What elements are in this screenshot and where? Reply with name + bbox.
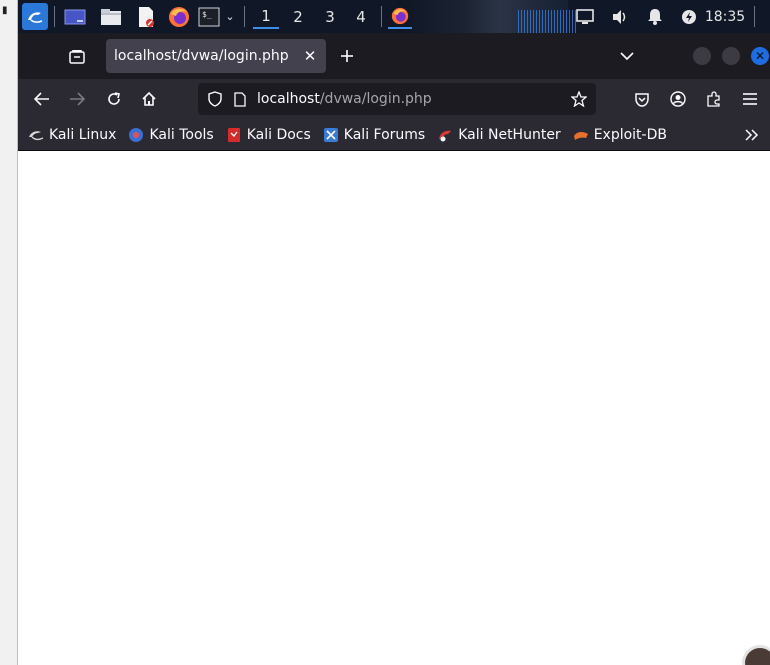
pocket-button[interactable] (630, 87, 654, 111)
bookmark-kali-nethunter[interactable]: Kali NetHunter (437, 123, 561, 147)
menu-button[interactable] (738, 87, 762, 111)
url-host: localhost (257, 91, 320, 107)
desktop-cursor-icon: ▮ (2, 5, 8, 16)
bookmark-kali-docs[interactable]: Kali Docs (226, 123, 311, 147)
taskbar-separator (381, 6, 382, 27)
bookmark-label: Kali Linux (49, 126, 117, 143)
hamburger-menu-icon (743, 93, 757, 105)
clock[interactable]: 18:35 (704, 4, 746, 29)
maximize-button[interactable] (722, 47, 740, 65)
pocket-icon (635, 92, 649, 107)
account-button[interactable] (666, 87, 690, 111)
bookmark-kali-forums[interactable]: Kali Forums (323, 123, 425, 147)
tab-bar: localhost/dvwa/login.php ✕ ✕ (18, 33, 770, 79)
close-icon[interactable]: ✕ (298, 44, 322, 68)
page-content[interactable] (18, 151, 770, 665)
svg-text:$_: $_ (202, 10, 212, 19)
close-icon: ✕ (754, 49, 766, 63)
workspace-1[interactable]: 1 (253, 4, 279, 29)
firefox-window: localhost/dvwa/login.php ✕ ✕ localhost/d… (18, 33, 770, 665)
reload-icon (108, 92, 120, 105)
bookmarks-overflow-chevron-icon[interactable] (740, 123, 764, 147)
workspace-2[interactable]: 2 (285, 4, 311, 29)
account-icon (670, 91, 686, 107)
bookmark-label: Kali NetHunter (458, 126, 561, 143)
page-info-icon[interactable] (230, 88, 250, 110)
screen: ▮ $_ ⌄ 1 2 3 4 18:35 localhost/dvwa/logi… (0, 0, 770, 665)
volume-icon[interactable] (608, 4, 632, 29)
url-bar[interactable]: localhost/dvwa/login.php (198, 83, 596, 115)
kali-dragon-icon (28, 127, 44, 143)
taskbar-separator (754, 6, 755, 27)
arrow-right-icon (70, 92, 85, 106)
bookmark-exploit-db[interactable]: Exploit-DB (573, 123, 667, 147)
display-icon[interactable] (573, 4, 597, 29)
terminal-dropdown-chevron-icon[interactable]: ⌄ (222, 4, 238, 29)
power-icon[interactable] (678, 4, 700, 29)
taskbar-wallpaper-wave (518, 10, 578, 33)
bookmark-label: Kali Forums (343, 126, 426, 143)
chevron-down-icon (620, 51, 634, 60)
firefox-view-icon (69, 49, 85, 64)
desktop-edge: ▮ (0, 0, 18, 665)
list-all-tabs-button[interactable] (616, 45, 638, 67)
home-icon (142, 91, 156, 106)
plus-icon (341, 50, 353, 62)
firefox-icon (391, 7, 409, 24)
bookmark-kali-linux[interactable]: Kali Linux (28, 123, 116, 147)
reload-button[interactable] (102, 87, 126, 111)
puzzle-icon (707, 91, 720, 107)
extensions-button[interactable] (702, 87, 726, 111)
url-text[interactable]: localhost/dvwa/login.php (257, 91, 566, 107)
firefox-view-button[interactable] (66, 45, 88, 67)
bookmark-label: Exploit-DB (593, 126, 667, 143)
taskbar-separator (244, 6, 245, 27)
tracking-protection-shield-icon[interactable] (204, 88, 226, 110)
minimize-button[interactable] (693, 47, 711, 65)
bookmarks-toolbar: Kali Linux Kali Tools Kali Docs Kali For… (18, 119, 770, 151)
back-button[interactable] (30, 87, 54, 111)
workspace-3[interactable]: 3 (317, 4, 343, 29)
taskbar-separator (54, 6, 55, 27)
file-manager-icon[interactable] (98, 4, 124, 29)
notification-bell-icon[interactable] (643, 4, 667, 29)
taskbar: $_ ⌄ 1 2 3 4 18:35 (18, 0, 770, 33)
exploit-db-icon (573, 127, 589, 143)
bookmark-star-icon[interactable] (566, 86, 592, 112)
kali-forums-icon (323, 127, 339, 143)
url-path: /dvwa/login.php (319, 91, 432, 107)
kali-menu-icon[interactable] (22, 3, 48, 30)
window-close-button[interactable]: ✕ (751, 47, 769, 65)
nethunter-icon (437, 127, 453, 143)
desktop-icon[interactable] (62, 4, 88, 29)
firefox-icon[interactable] (166, 4, 192, 29)
navigation-toolbar: localhost/dvwa/login.php (18, 79, 770, 119)
avatar[interactable] (742, 645, 770, 665)
workspace-4[interactable]: 4 (348, 4, 374, 29)
terminal-icon[interactable]: $_ (196, 4, 222, 29)
firefox-window-button[interactable] (388, 4, 412, 29)
bookmark-label: Kali Tools (149, 126, 214, 143)
new-tab-button[interactable] (336, 45, 358, 67)
arrow-left-icon (34, 92, 49, 106)
bookmark-kali-tools[interactable]: Kali Tools (128, 123, 214, 147)
bookmark-label: Kali Docs (246, 126, 311, 143)
home-button[interactable] (137, 87, 161, 111)
forward-button[interactable] (65, 87, 89, 111)
tab-title: localhost/dvwa/login.php (114, 48, 289, 64)
kali-tools-icon (128, 127, 144, 143)
tab-active[interactable]: localhost/dvwa/login.php ✕ (106, 39, 326, 73)
text-editor-icon[interactable] (133, 4, 159, 29)
kali-docs-icon (226, 127, 242, 143)
